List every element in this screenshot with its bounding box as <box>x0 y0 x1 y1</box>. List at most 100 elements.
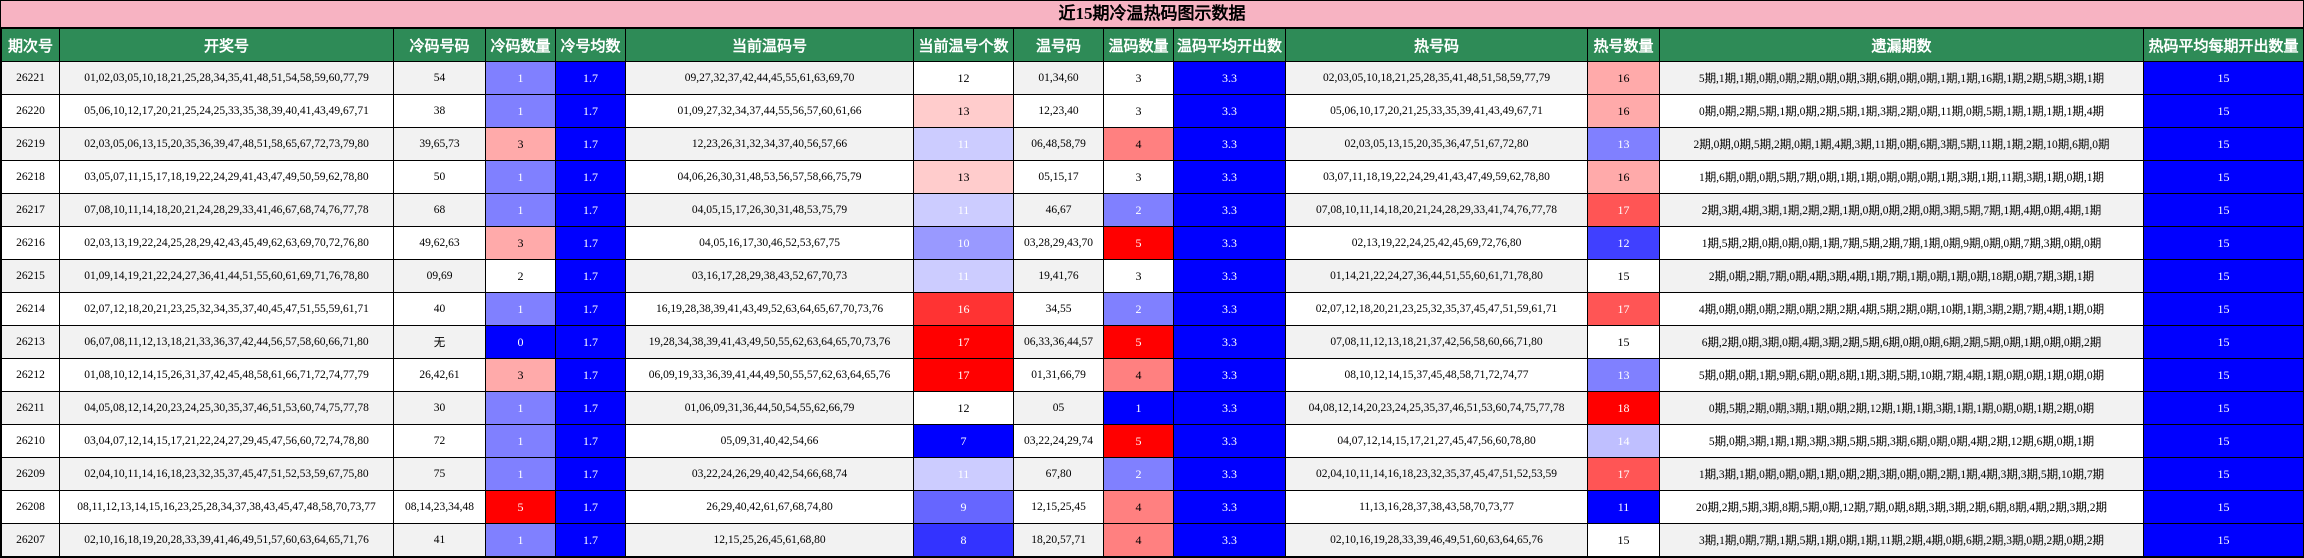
cell-hot-numbers: 05,06,10,17,20,21,25,33,35,39,41,43,49,6… <box>1285 94 1588 128</box>
header-hot-numbers[interactable]: 热号码 <box>1285 28 1588 62</box>
cell-draw: 02,04,10,11,14,16,18,23,32,35,37,45,47,5… <box>59 457 394 491</box>
cell-hot-average: 15 <box>2143 127 2304 161</box>
cell-period: 26208 <box>1 490 60 524</box>
cell-warm-hit-count: 5 <box>1103 424 1174 458</box>
table-row: 26211 04,05,08,12,14,20,23,24,25,30,35,37… <box>1 391 2304 425</box>
cell-draw: 03,05,07,11,15,17,18,19,22,24,29,41,43,4… <box>59 160 394 194</box>
cell-cold-numbers: 40 <box>393 292 486 326</box>
cell-draw: 01,02,03,05,10,18,21,25,28,34,35,41,48,5… <box>59 61 394 95</box>
cell-miss-periods: 0期,0期,2期,5期,1期,0期,2期,5期,1期,3期,2期,0期,11期,… <box>1659 94 2144 128</box>
cell-cold-numbers: 无 <box>393 325 486 359</box>
cell-warm-average: 3.3 <box>1173 193 1286 227</box>
cell-period: 26215 <box>1 259 60 293</box>
cell-draw: 07,08,10,11,14,18,20,21,24,28,29,33,41,4… <box>59 193 394 227</box>
cell-draw: 01,08,10,12,14,15,26,31,37,42,45,48,58,6… <box>59 358 394 392</box>
header-current-warm-count[interactable]: 当前温号个数 <box>913 28 1014 62</box>
cell-cold-numbers: 26,42,61 <box>393 358 486 392</box>
cell-current-warm: 19,28,34,38,39,41,43,49,50,55,62,63,64,6… <box>625 325 914 359</box>
cell-warm-hit: 05 <box>1013 391 1104 425</box>
header-cold-average[interactable]: 冷号均数 <box>555 28 626 62</box>
table-row: 26208 08,11,12,13,14,15,16,23,25,28,34,37… <box>1 490 2304 524</box>
cell-warm-hit: 01,34,60 <box>1013 61 1104 95</box>
cell-current-warm: 16,19,28,38,39,41,43,49,52,63,64,65,67,7… <box>625 292 914 326</box>
header-current-warm[interactable]: 当前温码号 <box>625 28 914 62</box>
cell-current-warm-count: 16 <box>913 292 1014 326</box>
cell-hot-count: 16 <box>1587 94 1660 128</box>
cell-hot-count: 17 <box>1587 193 1660 227</box>
cell-warm-hit: 06,33,36,44,57 <box>1013 325 1104 359</box>
cell-draw: 03,04,07,12,14,15,17,21,22,24,27,29,45,4… <box>59 424 394 458</box>
cell-cold-numbers: 08,14,23,34,48 <box>393 490 486 524</box>
cell-cold-average: 1.7 <box>555 490 626 524</box>
cell-miss-periods: 5期,0期,3期,1期,1期,3期,3期,5期,5期,3期,6期,0期,0期,4… <box>1659 424 2144 458</box>
cell-current-warm-count: 17 <box>913 358 1014 392</box>
cell-current-warm: 01,06,09,31,36,44,50,54,55,62,66,79 <box>625 391 914 425</box>
header-cold-count[interactable]: 冷码数量 <box>485 28 556 62</box>
cell-current-warm-count: 13 <box>913 94 1014 128</box>
cell-current-warm: 05,09,31,40,42,54,66 <box>625 424 914 458</box>
cell-hot-average: 15 <box>2143 424 2304 458</box>
cell-cold-count: 0 <box>485 325 556 359</box>
cell-hot-count: 12 <box>1587 226 1660 260</box>
cell-hot-count: 14 <box>1587 424 1660 458</box>
cell-draw: 02,03,05,06,13,15,20,35,36,39,47,48,51,5… <box>59 127 394 161</box>
cell-cold-numbers: 54 <box>393 61 486 95</box>
table-row: 26215 01,09,14,19,21,22,24,27,36,41,44,51… <box>1 259 2304 293</box>
table-row: 26214 02,07,12,18,20,21,23,25,32,34,35,37… <box>1 292 2304 326</box>
header-cold-numbers[interactable]: 冷码号码 <box>393 28 486 62</box>
cell-hot-average: 15 <box>2143 391 2304 425</box>
cell-hot-average: 15 <box>2143 226 2304 260</box>
cell-period: 26213 <box>1 325 60 359</box>
cell-hot-numbers: 02,10,16,19,28,33,39,46,49,51,60,63,64,6… <box>1285 523 1588 557</box>
cell-hot-numbers: 04,07,12,14,15,17,21,27,45,47,56,60,78,8… <box>1285 424 1588 458</box>
header-draw[interactable]: 开奖号 <box>59 28 394 62</box>
cell-warm-hit-count: 3 <box>1103 160 1174 194</box>
cell-hot-average: 15 <box>2143 160 2304 194</box>
cell-draw: 02,03,13,19,22,24,25,28,29,42,43,45,49,6… <box>59 226 394 260</box>
cell-hot-average: 15 <box>2143 259 2304 293</box>
header-miss-periods[interactable]: 遗漏期数 <box>1659 28 2144 62</box>
cell-draw: 04,05,08,12,14,20,23,24,25,30,35,37,46,5… <box>59 391 394 425</box>
cell-cold-count: 1 <box>485 160 556 194</box>
cell-warm-hit: 46,67 <box>1013 193 1104 227</box>
table-row: 26212 01,08,10,12,14,15,26,31,37,42,45,48… <box>1 358 2304 392</box>
cell-period: 26216 <box>1 226 60 260</box>
cell-warm-hit-count: 1 <box>1103 391 1174 425</box>
cell-hot-average: 15 <box>2143 292 2304 326</box>
cell-period: 26214 <box>1 292 60 326</box>
cell-current-warm: 03,22,24,26,29,40,42,54,66,68,74 <box>625 457 914 491</box>
cell-hot-numbers: 11,13,16,28,37,38,43,58,70,73,77 <box>1285 490 1588 524</box>
header-warm-average[interactable]: 温码平均开出数 <box>1173 28 1286 62</box>
cell-warm-hit-count: 3 <box>1103 61 1174 95</box>
cell-warm-average: 3.3 <box>1173 523 1286 557</box>
cell-current-warm: 12,23,26,31,32,34,37,40,56,57,66 <box>625 127 914 161</box>
cell-hot-numbers: 02,13,19,22,24,25,42,45,69,72,76,80 <box>1285 226 1588 260</box>
cell-hot-numbers: 01,14,21,22,24,27,36,44,51,55,60,61,71,7… <box>1285 259 1588 293</box>
cell-current-warm-count: 17 <box>913 325 1014 359</box>
cell-warm-hit: 19,41,76 <box>1013 259 1104 293</box>
header-hot-average[interactable]: 热码平均每期开出数量 <box>2143 28 2304 62</box>
cell-period: 26209 <box>1 457 60 491</box>
cell-hot-average: 15 <box>2143 193 2304 227</box>
table-row: 26219 02,03,05,06,13,15,20,35,36,39,47,48… <box>1 127 2304 161</box>
cell-cold-count: 3 <box>485 358 556 392</box>
header-warm-hit[interactable]: 温号码 <box>1013 28 1104 62</box>
cell-miss-periods: 0期,5期,2期,0期,3期,1期,0期,2期,12期,1期,1期,3期,1期,… <box>1659 391 2144 425</box>
header-period[interactable]: 期次号 <box>1 28 60 62</box>
cell-cold-count: 3 <box>485 127 556 161</box>
cell-current-warm: 04,05,16,17,30,46,52,53,67,75 <box>625 226 914 260</box>
cell-hot-numbers: 03,07,11,18,19,22,24,29,41,43,47,49,59,6… <box>1285 160 1588 194</box>
header-hot-count[interactable]: 热号数量 <box>1587 28 1660 62</box>
cell-period: 26219 <box>1 127 60 161</box>
header-warm-hit-count[interactable]: 温码数量 <box>1103 28 1174 62</box>
table-body: 26221 01,02,03,05,10,18,21,25,28,34,35,41… <box>1 61 2304 557</box>
cell-current-warm-count: 10 <box>913 226 1014 260</box>
cell-cold-average: 1.7 <box>555 259 626 293</box>
cell-draw: 08,11,12,13,14,15,16,23,25,28,34,37,38,4… <box>59 490 394 524</box>
cell-cold-numbers: 49,62,63 <box>393 226 486 260</box>
cell-cold-count: 1 <box>485 424 556 458</box>
cell-current-warm: 03,16,17,28,29,38,43,52,67,70,73 <box>625 259 914 293</box>
cell-hot-average: 15 <box>2143 490 2304 524</box>
cell-cold-count: 3 <box>485 226 556 260</box>
table-row: 26217 07,08,10,11,14,18,20,21,24,28,29,33… <box>1 193 2304 227</box>
